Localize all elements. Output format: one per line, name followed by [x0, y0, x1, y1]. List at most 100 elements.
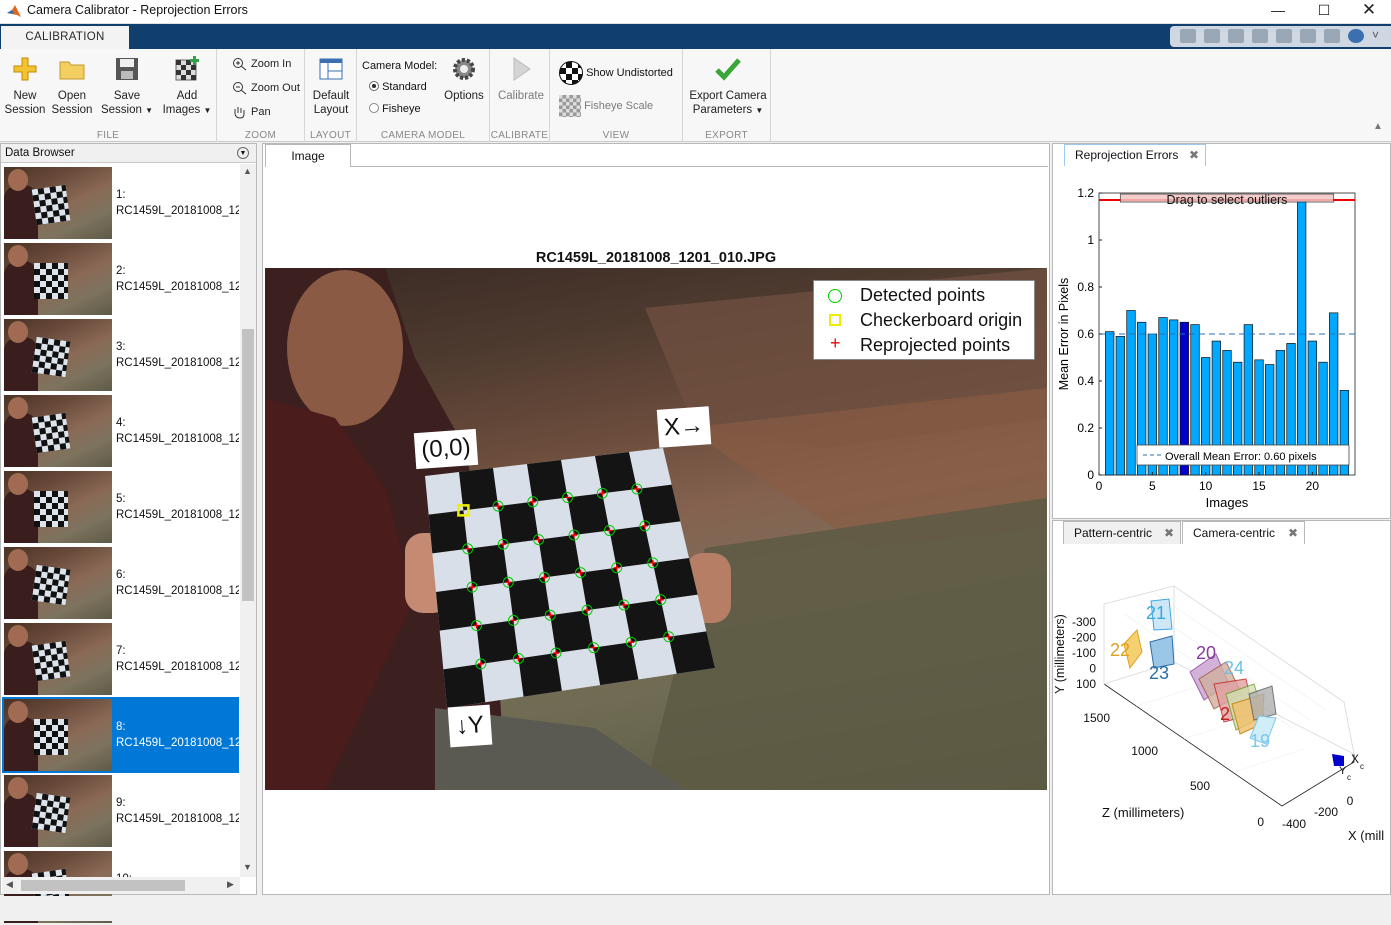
dropdown-arrow-icon: ▼ [755, 106, 764, 115]
zoom-section-label: ZOOM [244, 130, 277, 141]
item-number: 7: [116, 645, 126, 657]
chart-bar[interactable] [1115, 336, 1125, 476]
tab-calibration[interactable]: CALIBRATION [1, 26, 129, 49]
options-label: Options [444, 90, 484, 102]
undo-icon[interactable] [1276, 29, 1292, 43]
list-item[interactable]: 3: RC1459L_20181008_120 [2, 317, 239, 393]
add-images-label-1: Add [176, 90, 198, 102]
switch-windows-icon[interactable] [1324, 29, 1340, 43]
board-label: 20 [1196, 643, 1216, 663]
minimize-button[interactable]: — [1255, 0, 1301, 22]
list-item[interactable]: 4: RC1459L_20181008_120 [2, 393, 239, 469]
collapse-ribbon-icon[interactable]: ▲ [1373, 121, 1383, 132]
image-legend: Detected points Checkerboard origin + Re… [813, 280, 1035, 360]
paste-icon[interactable] [1252, 29, 1268, 43]
list-item[interactable]: 2: RC1459L_20181008_120 [2, 241, 239, 317]
y-axis-title: Mean Error in Pixels [1057, 278, 1071, 391]
fisheye-scale-label: Fisheye Scale [584, 100, 654, 112]
thumbnail-image [4, 547, 112, 619]
standard-radio[interactable]: Standard [369, 81, 427, 93]
chart-bar[interactable] [1105, 331, 1115, 476]
calibrate-button[interactable]: Calibrate [496, 53, 546, 103]
list-item[interactable]: 1: RC1459L_20181008_120 [2, 165, 239, 241]
item-number: 9: [116, 797, 126, 809]
dropdown-arrow-icon: ▼ [203, 106, 212, 115]
thumbnail-image [4, 775, 112, 847]
list-item-label: 2: RC1459L_20181008_120 [116, 263, 239, 295]
list-item-label: 9: RC1459L_20181008_120 [116, 795, 239, 827]
reprojection-errors-chart[interactable]: Drag to select outliers 0 5 10 15 20 0 0.2 0.4 0.… [1054, 166, 1388, 518]
scroll-up-icon[interactable]: ▲ [243, 166, 252, 176]
z-tick-label: 1500 [1083, 711, 1110, 725]
scroll-down-icon[interactable]: ▼ [243, 862, 252, 872]
tab-reprojection-errors[interactable]: Reprojection Errors ✖ [1064, 144, 1206, 166]
list-item-label: 7: RC1459L_20181008_120 [116, 643, 239, 675]
export-section-label: EXPORT [705, 130, 748, 141]
camera-model-title: Camera Model: [362, 60, 438, 72]
fisheye-radio[interactable]: Fisheye [369, 103, 421, 115]
list-item[interactable]: 9: RC1459L_20181008_120 [2, 773, 239, 849]
scroll-left-icon[interactable]: ◀ [6, 879, 13, 890]
board-square [508, 577, 551, 621]
reprojected-point-icon: + [830, 333, 841, 353]
tab-pattern-centric[interactable]: Pattern-centric ✖ [1063, 521, 1181, 544]
calibration-image[interactable]: (0,0) X→ ↓Y Detected points Checkerboard… [265, 268, 1047, 790]
extrinsics-3d-plot[interactable]: -300-200-1000100150010005000 -400-2000Y (… [1054, 544, 1390, 894]
zoom-in-button[interactable]: Zoom In [231, 55, 291, 73]
close-tab-icon[interactable]: ✖ [1189, 145, 1199, 166]
y-tick-label: 0.4 [1077, 374, 1094, 388]
tab-image[interactable]: Image [265, 144, 351, 167]
folder-icon [59, 61, 85, 80]
fisheye-scale-button[interactable]: Fisheye Scale [559, 95, 654, 118]
pan-button[interactable]: Pan [231, 103, 271, 121]
copy-icon[interactable] [1228, 29, 1244, 43]
list-item[interactable]: 5: RC1459L_20181008_120 [2, 469, 239, 545]
save-session-label-1: Save [113, 90, 141, 102]
help-icon[interactable] [1348, 29, 1364, 43]
camera-axis-label: Y [1339, 765, 1347, 777]
chart-bar[interactable] [1126, 310, 1136, 476]
board-square [443, 663, 486, 708]
scroll-right-icon[interactable]: ▶ [227, 879, 234, 890]
close-window-button[interactable]: ✕ [1346, 0, 1391, 22]
options-button[interactable]: Options [443, 53, 485, 103]
cut-icon[interactable] [1204, 29, 1220, 43]
list-item[interactable]: 8: RC1459L_20181008_120 [2, 697, 239, 773]
tab-camera-centric[interactable]: Camera-centric ✖ [1182, 521, 1305, 544]
item-number: 1: [116, 189, 126, 201]
export-camera-parameters-button[interactable]: Export Camera Parameters ▼ [686, 53, 770, 118]
status-bar [0, 896, 1391, 921]
camera-axis-label: X [1351, 752, 1359, 766]
item-number: 5: [116, 493, 126, 505]
browser-menu-icon[interactable]: ▼ [237, 147, 249, 159]
camera-model-section-label: CAMERA MODEL [380, 130, 466, 141]
default-layout-button[interactable]: Default Layout [309, 53, 353, 117]
export-label-1: Export Camera [689, 90, 767, 102]
export-label-2: Parameters [692, 104, 753, 116]
save-session-button[interactable]: Save Session ▼ [99, 53, 155, 118]
show-undistorted-button[interactable]: Show Undistorted [559, 61, 673, 86]
board-label: 23 [1149, 663, 1169, 683]
y-axis-label: ↓Y [447, 704, 493, 748]
open-session-button[interactable]: Open Session [50, 53, 94, 117]
chart-bar[interactable] [1297, 199, 1307, 476]
add-images-button[interactable]: Add Images ▼ [160, 53, 214, 118]
maximize-button[interactable]: ☐ [1301, 0, 1347, 22]
list-item[interactable]: 7: RC1459L_20181008_120 [2, 621, 239, 697]
list-item[interactable]: 6: RC1459L_20181008_120 [2, 545, 239, 621]
new-session-icon [13, 57, 37, 81]
close-tab-icon[interactable]: ✖ [1288, 522, 1298, 544]
redo-icon[interactable] [1300, 29, 1316, 43]
save-icon[interactable] [1180, 29, 1196, 43]
vertical-scroll-thumb[interactable] [242, 329, 254, 601]
title-bar: Camera Calibrator - Reprojection Errors … [0, 0, 1391, 24]
close-tab-icon[interactable]: ✖ [1164, 522, 1174, 544]
collapse-icon[interactable]: ˅ [1372, 28, 1388, 42]
horizontal-scroll-thumb[interactable] [21, 880, 185, 891]
new-session-button[interactable]: New Session [3, 53, 47, 117]
zoom-out-button[interactable]: Zoom Out [231, 79, 300, 97]
file-section: New Session Open Session Save Session ▼ … [0, 49, 217, 142]
item-filename: RC1459L_20181008_120 [116, 585, 239, 597]
z-tick-label: 0 [1257, 815, 1264, 829]
y-axis-title: Y (millimeters) [1054, 614, 1067, 694]
